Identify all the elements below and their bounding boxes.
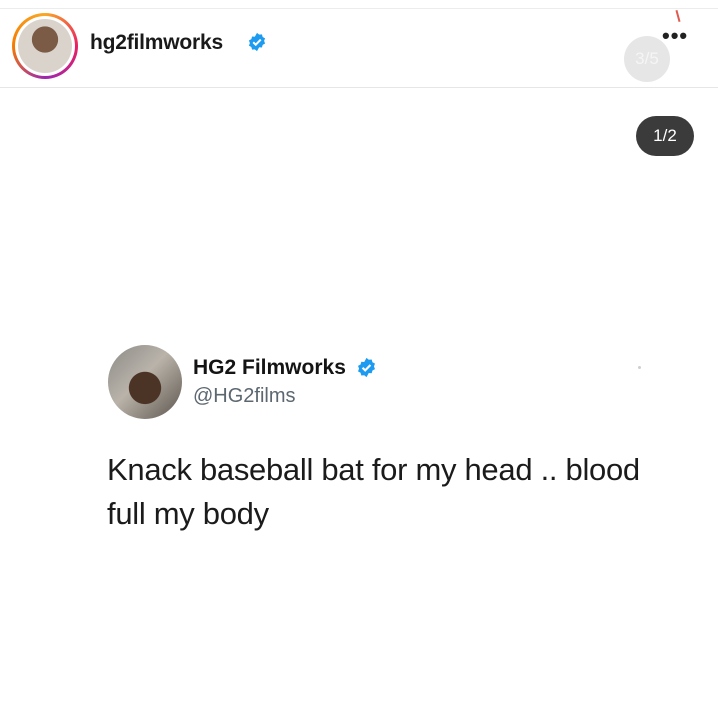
carousel-counter: 3/5 (624, 36, 670, 82)
tweet-handle: @HG2films (193, 385, 296, 407)
post-header: hg2filmworks ••• (0, 9, 718, 88)
tweet-page-counter: 1/2 (636, 116, 694, 156)
tweet-display-name: HG2 Filmworks (193, 356, 346, 379)
verified-badge-icon (248, 32, 266, 52)
tweet-verified-badge-icon (358, 357, 375, 378)
decorative-dot (638, 366, 641, 369)
tweet-author-avatar (108, 345, 182, 419)
more-options-icon[interactable]: ••• (662, 25, 688, 47)
profile-avatar[interactable] (12, 13, 78, 79)
avatar-photo (18, 19, 72, 73)
post-username[interactable]: hg2filmworks (90, 31, 223, 55)
tweet-text: Knack baseball bat for my head .. blood … (107, 452, 640, 531)
